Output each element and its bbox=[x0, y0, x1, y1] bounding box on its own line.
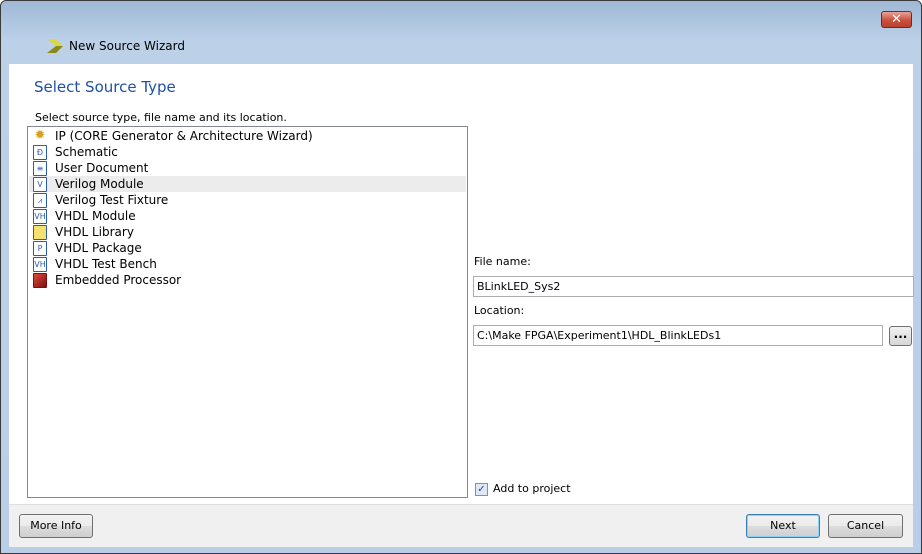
vhdl-package-icon: P bbox=[33, 240, 47, 256]
source-type-label: User Document bbox=[55, 161, 149, 175]
source-type-item[interactable]: Ð Schematic bbox=[29, 144, 466, 160]
source-type-label: VHDL Test Bench bbox=[55, 257, 157, 271]
verilog-test-fixture-icon: ⩘ bbox=[33, 192, 47, 208]
more-info-button[interactable]: More Info bbox=[19, 514, 93, 538]
source-type-label: VHDL Module bbox=[55, 209, 136, 223]
schematic-icon: Ð bbox=[33, 144, 47, 160]
verilog-module-icon: V bbox=[33, 176, 47, 192]
instruction-text: Select source type, file name and its lo… bbox=[35, 111, 287, 124]
source-type-item[interactable]: ≡ User Document bbox=[29, 160, 466, 176]
xilinx-logo-icon bbox=[47, 39, 63, 53]
source-type-item[interactable]: P VHDL Package bbox=[29, 240, 466, 256]
source-type-item[interactable]: Embedded Processor bbox=[29, 272, 466, 288]
source-type-list[interactable]: ✹ IP (CORE Generator & Architecture Wizar… bbox=[27, 126, 468, 498]
source-type-item[interactable]: V Verilog Module bbox=[29, 176, 466, 192]
browse-button[interactable]: ... bbox=[889, 326, 912, 346]
add-to-project-label[interactable]: Add to project bbox=[493, 482, 571, 495]
embedded-processor-icon bbox=[33, 272, 47, 288]
document-icon: ≡ bbox=[33, 160, 47, 176]
source-type-label: IP (CORE Generator & Architecture Wizard… bbox=[55, 129, 313, 143]
source-type-label: Verilog Module bbox=[55, 177, 144, 191]
source-type-item[interactable]: VHDL Library bbox=[29, 224, 466, 240]
footer-bar: More Info Next Cancel bbox=[9, 504, 913, 547]
source-type-label: Embedded Processor bbox=[55, 273, 182, 287]
source-type-item[interactable]: ✹ IP (CORE Generator & Architecture Wizar… bbox=[29, 128, 466, 144]
source-type-label: Verilog Test Fixture bbox=[55, 193, 169, 207]
source-type-label: VHDL Library bbox=[55, 225, 134, 239]
vhdl-test-bench-icon: VH bbox=[33, 256, 47, 272]
window-title: New Source Wizard bbox=[69, 39, 185, 53]
ip-bulb-icon: ✹ bbox=[33, 127, 47, 144]
location-label: Location: bbox=[474, 304, 525, 317]
source-type-item[interactable]: ⩘ Verilog Test Fixture bbox=[29, 192, 466, 208]
source-type-item[interactable]: VH VHDL Test Bench bbox=[29, 256, 466, 272]
source-type-label: VHDL Package bbox=[55, 241, 142, 255]
add-to-project-checkbox[interactable]: ✓ bbox=[475, 483, 488, 496]
next-button[interactable]: Next bbox=[746, 514, 820, 538]
vhdl-library-icon bbox=[33, 224, 47, 240]
file-name-label: File name: bbox=[474, 255, 531, 268]
file-name-input[interactable]: BLinkLED_Sys2 bbox=[473, 276, 914, 297]
source-type-item[interactable]: VH VHDL Module bbox=[29, 208, 466, 224]
content-panel: Select Source Type Select source type, f… bbox=[9, 64, 914, 504]
location-input[interactable]: C:\Make FPGA\Experiment1\HDL_BlinkLEDs1 bbox=[473, 325, 883, 346]
vhdl-module-icon: VH bbox=[33, 208, 47, 224]
close-button[interactable]: ✕ bbox=[881, 11, 912, 28]
cancel-button[interactable]: Cancel bbox=[828, 514, 903, 538]
page-title: Select Source Type bbox=[34, 78, 176, 96]
source-type-label: Schematic bbox=[55, 145, 118, 159]
wizard-window: New Source Wizard ✕ Select Source Type S… bbox=[0, 0, 922, 554]
